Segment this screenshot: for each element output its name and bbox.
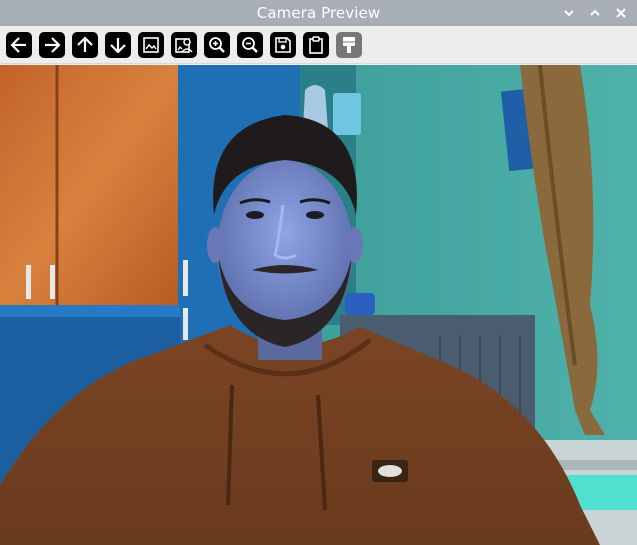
brush-button[interactable] — [336, 31, 362, 58]
clipboard-button[interactable] — [303, 31, 329, 58]
up-button[interactable] — [72, 31, 98, 58]
image-button[interactable] — [138, 31, 164, 58]
close-icon — [616, 8, 626, 18]
maximize-button[interactable] — [583, 2, 607, 24]
camera-preview-window: Camera Preview — [0, 0, 637, 545]
back-button[interactable] — [6, 31, 32, 58]
arrow-down-icon — [110, 37, 126, 54]
minimize-button[interactable] — [557, 2, 581, 24]
camera-preview-image — [0, 65, 637, 545]
save-icon — [275, 36, 291, 53]
title-bar[interactable]: Camera Preview — [0, 0, 637, 26]
arrow-left-icon — [10, 36, 26, 53]
arrow-right-icon — [45, 36, 61, 53]
arrow-up-icon — [77, 35, 93, 52]
image-person-icon — [175, 37, 193, 53]
zoom-out-icon — [242, 36, 258, 53]
image-icon — [143, 36, 159, 53]
zoom-in-button[interactable] — [204, 31, 230, 58]
toolbar — [0, 26, 637, 64]
window-title: Camera Preview — [256, 4, 381, 22]
zoom-out-button[interactable] — [237, 31, 263, 58]
chevron-down-icon — [564, 10, 574, 17]
window-controls — [557, 0, 633, 26]
save-button[interactable] — [270, 31, 296, 58]
forward-button[interactable] — [39, 31, 65, 58]
image-person-button[interactable] — [171, 31, 197, 58]
chevron-up-icon — [590, 9, 600, 16]
paint-brush-icon — [343, 36, 355, 53]
clipboard-icon — [309, 35, 323, 54]
camera-frame — [0, 65, 637, 545]
down-button[interactable] — [105, 31, 131, 58]
zoom-in-icon — [209, 36, 225, 53]
close-button[interactable] — [609, 2, 633, 24]
